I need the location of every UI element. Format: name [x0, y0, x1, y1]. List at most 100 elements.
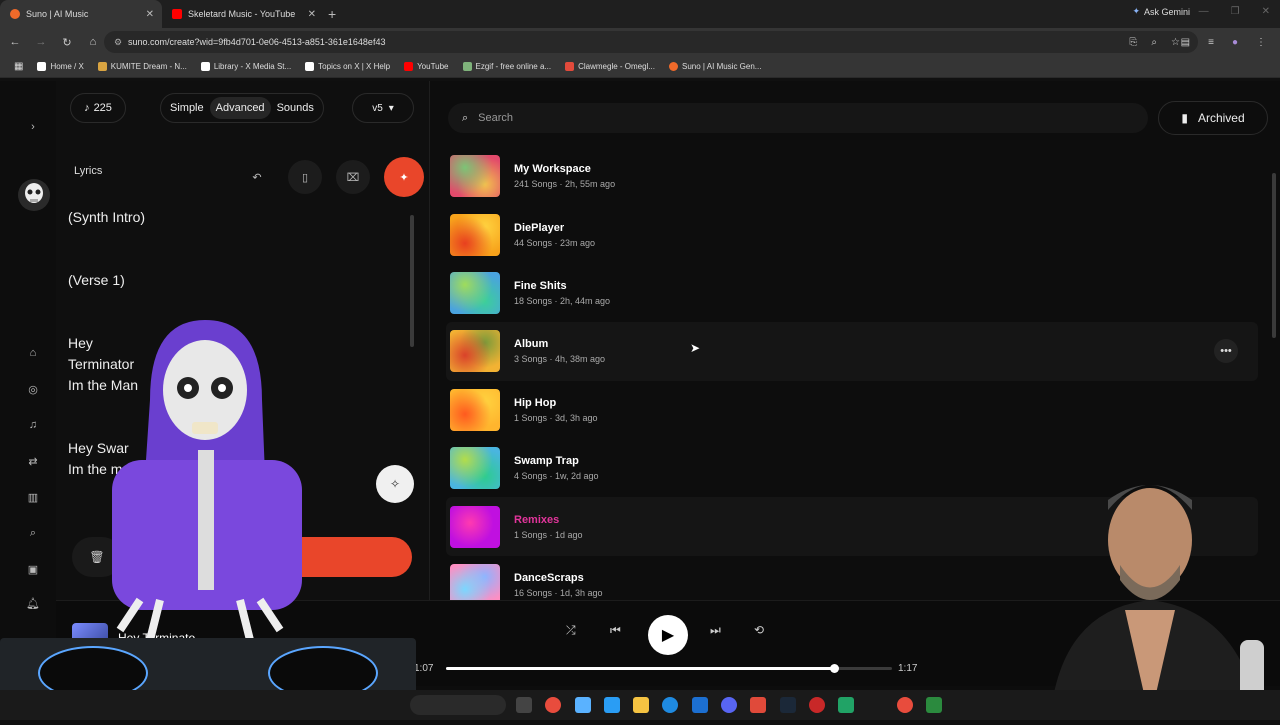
discord-icon[interactable] — [721, 697, 737, 713]
workspace-name: DanceScraps — [514, 571, 584, 584]
model-version-select[interactable]: v5 ▾ — [352, 93, 414, 123]
progress-knob[interactable] — [830, 664, 840, 673]
progress-track[interactable] — [446, 664, 892, 673]
playlist-icon[interactable]: ≡ — [1208, 37, 1214, 48]
archived-button[interactable]: ▮ Archived — [1158, 101, 1268, 135]
home-icon[interactable]: ⌂ — [82, 36, 104, 48]
shuffle-icon[interactable]: ⤮ — [566, 623, 576, 638]
gemini-icon: ✦ — [1132, 6, 1140, 16]
profile-avatar[interactable]: ● — [1232, 37, 1238, 48]
workspace-scrollbar[interactable] — [1272, 173, 1276, 338]
file-explorer-icon[interactable] — [633, 697, 649, 713]
steam-icon[interactable] — [780, 697, 796, 713]
new-tab-button[interactable]: + — [328, 6, 336, 22]
reload-icon[interactable]: ↻ — [56, 36, 78, 49]
user-avatar[interactable] — [18, 179, 50, 211]
duration-time: 1:17 — [898, 663, 918, 674]
workspace-thumbnail — [450, 271, 500, 314]
chevron-down-icon: ▾ — [388, 102, 394, 114]
close-tab-icon[interactable]: ✕ — [308, 9, 316, 20]
copilot-icon[interactable] — [575, 697, 591, 713]
bookmark-ezgif[interactable]: Ezgif - free online a... — [457, 62, 558, 71]
maximize-icon[interactable]: ❐ — [1231, 6, 1240, 17]
menu-icon[interactable]: ⋮ — [1256, 37, 1266, 48]
workspace-item[interactable]: Fine Shits 18 Songs · 2h, 44m ago — [446, 264, 1258, 322]
youtube-favicon-icon — [172, 9, 182, 19]
close-window-icon[interactable]: ✕ — [1262, 6, 1270, 17]
expand-chevron-icon[interactable]: › — [26, 121, 40, 135]
bookmark-suno[interactable]: Suno | AI Music Gen... — [663, 62, 767, 71]
mode-simple[interactable]: Simple — [164, 97, 210, 119]
task-view-icon[interactable] — [516, 697, 532, 713]
edge-icon[interactable] — [662, 697, 678, 713]
mode-sounds[interactable]: Sounds — [271, 97, 320, 119]
bookmark-clawmegle[interactable]: Clawmegle - Omegl... — [559, 62, 661, 71]
credits-badge[interactable]: ♪ 225 — [70, 93, 126, 123]
workspace-name: Fine Shits — [514, 279, 567, 292]
previous-icon[interactable]: ⏮︎ — [610, 623, 621, 638]
reading-mode-icon[interactable]: ▤ — [1181, 37, 1190, 48]
lyric-line — [68, 228, 398, 249]
workspace-thumbnail — [450, 213, 500, 256]
bookmark-kumite[interactable]: KUMITE Dream - N... — [92, 62, 193, 71]
more-options-icon[interactable]: ••• — [1214, 339, 1238, 364]
snipping-icon[interactable] — [750, 697, 766, 713]
chrome-icon[interactable] — [545, 697, 561, 713]
ask-gemini-button[interactable]: ✦ Ask Gemini — [1132, 6, 1190, 17]
lyric-line — [68, 249, 398, 270]
close-tab-icon[interactable]: ✕ — [146, 9, 154, 20]
apps-grid-icon[interactable]: ▦ — [8, 61, 29, 72]
skeleton-dj-overlay — [0, 320, 420, 720]
magic-wand-button[interactable]: ✦ — [384, 157, 424, 197]
tab-youtube[interactable]: Skeletard Music - YouTube ✕ — [162, 0, 324, 28]
bookmark-home-x[interactable]: Home / X — [31, 62, 89, 71]
workspace-item[interactable]: DiePlayer 44 Songs · 23m ago — [446, 205, 1258, 263]
music-note-icon: ♪ — [84, 102, 90, 114]
toolbar-actions: ▤ ≡ ● ⋮ — [1181, 37, 1266, 48]
workspace-item[interactable]: My Workspace 241 Songs · 2h, 55m ago — [446, 147, 1258, 205]
progress-fill — [446, 667, 835, 670]
photos-icon[interactable] — [604, 697, 620, 713]
workspace-name: Album — [514, 338, 549, 351]
url-field[interactable]: ⚙ suno.com/create?wid=9fb4d701-0e06-4513… — [104, 31, 1198, 53]
next-icon[interactable]: ⏭︎ — [710, 623, 721, 638]
tab-title: Suno | AI Music — [26, 9, 89, 19]
taskbar-search[interactable] — [410, 695, 506, 715]
workspace-meta: 16 Songs · 1d, 3h ago — [514, 587, 603, 598]
clear-lyrics-icon[interactable]: ⌧ — [336, 160, 370, 194]
tab-suno[interactable]: Suno | AI Music ✕ — [0, 0, 162, 28]
minimize-icon[interactable]: — — [1199, 6, 1209, 17]
save-lyrics-icon[interactable]: ▯ — [288, 160, 322, 194]
workspace-thumbnail — [450, 155, 500, 198]
terminal-icon[interactable] — [926, 697, 942, 713]
site-info-icon[interactable]: ⚙ — [114, 37, 122, 48]
vscode-icon[interactable] — [692, 697, 708, 713]
workspace-thumbnail — [450, 447, 500, 490]
address-bar-row: ← → ↻ ⌂ ⚙ suno.com/create?wid=9fb4d701-0… — [0, 28, 1280, 56]
url-text: suno.com/create?wid=9fb4d701-0e06-4513-a… — [128, 37, 386, 47]
chrome-active-icon[interactable] — [897, 697, 913, 713]
back-icon[interactable]: ← — [4, 36, 26, 48]
workspace-meta: 44 Songs · 23m ago — [514, 237, 596, 248]
workspace-item[interactable]: Hip Hop 1 Songs · 3d, 3h ago — [446, 381, 1258, 439]
bookmark-star-icon[interactable]: ☆ — [1171, 37, 1180, 48]
workspace-item[interactable]: Album 3 Songs · 4h, 38m ago ••• — [446, 322, 1258, 381]
repeat-icon[interactable]: ⟲ — [754, 623, 764, 637]
x-logo-icon — [37, 62, 47, 71]
suno-icon — [669, 62, 679, 71]
undo-icon[interactable]: ↶ — [240, 160, 274, 194]
search-input[interactable]: ⌕ Search — [448, 103, 1148, 133]
webcam-overlay — [990, 470, 1280, 720]
excel-icon[interactable] — [838, 697, 854, 713]
bookmark-youtube[interactable]: YouTube — [398, 62, 454, 71]
bookmark-library[interactable]: Library - X Media St... — [195, 62, 297, 71]
mode-advanced[interactable]: Advanced — [209, 97, 271, 119]
play-button[interactable]: ▶ — [648, 615, 688, 655]
install-icon[interactable]: ⎘ — [1129, 37, 1137, 48]
zoom-icon[interactable]: ⌕ — [1151, 37, 1157, 48]
obs-icon[interactable] — [809, 697, 825, 713]
lyric-line: (Verse 1) — [68, 272, 125, 288]
workspace-meta: 1 Songs · 1d ago — [514, 529, 583, 540]
bookmark-topics[interactable]: Topics on X | X Help — [299, 62, 396, 71]
forward-icon[interactable]: → — [30, 36, 52, 48]
